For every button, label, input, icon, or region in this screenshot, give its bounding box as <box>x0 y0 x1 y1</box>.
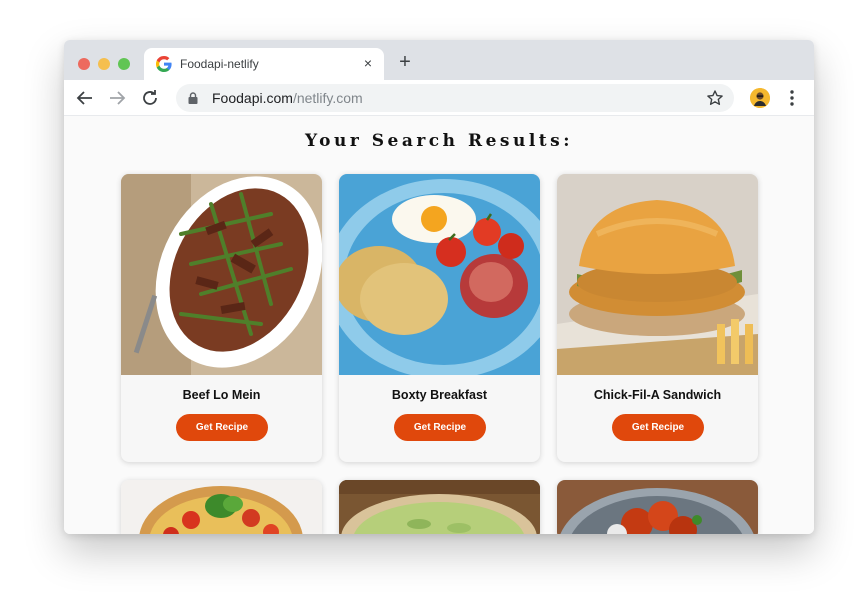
tab-strip: Foodapi-netlify × + <box>64 40 814 80</box>
boxty-breakfast-image <box>339 174 540 375</box>
star-icon[interactable] <box>706 89 724 107</box>
address-bar[interactable]: Foodapi.com/netlify.com <box>176 84 734 112</box>
tab-title: Foodapi-netlify <box>180 57 259 71</box>
back-arrow-icon[interactable] <box>74 87 96 109</box>
google-icon <box>156 56 172 72</box>
recipe-card: Boxty Breakfast Get Recipe <box>339 174 540 462</box>
reload-icon[interactable] <box>139 87 161 109</box>
recipe-name: Beef Lo Mein <box>182 388 261 402</box>
recipe-card: Beef Lo Mein Get Recipe <box>121 174 322 462</box>
orange-chicken-image <box>557 480 758 534</box>
lock-icon <box>188 92 198 104</box>
browser-window: Foodapi-netlify × + Foodapi.com/netlify.… <box>64 40 814 534</box>
chick-fil-a-sandwich-image <box>557 174 758 375</box>
url-domain: Foodapi.com <box>212 90 293 106</box>
minimize-window-button[interactable] <box>98 58 110 70</box>
beef-lo-mein-image <box>121 174 322 375</box>
recipe-card <box>557 480 758 534</box>
page-content: Your Search Results: Beef Lo Mein Get Re… <box>64 117 814 534</box>
maximize-window-button[interactable] <box>118 58 130 70</box>
close-icon[interactable]: × <box>360 55 376 71</box>
close-window-button[interactable] <box>78 58 90 70</box>
recipe-card <box>121 480 322 534</box>
get-recipe-button[interactable]: Get Recipe <box>176 414 268 441</box>
quiche-image <box>339 480 540 534</box>
get-recipe-button[interactable]: Get Recipe <box>612 414 704 441</box>
plus-icon[interactable]: + <box>396 52 414 72</box>
browser-toolbar: Foodapi.com/netlify.com <box>64 80 814 116</box>
forward-arrow-icon[interactable] <box>106 87 128 109</box>
browser-tab[interactable]: Foodapi-netlify × <box>144 48 384 80</box>
kebab-menu-icon[interactable] <box>786 88 798 108</box>
page-title: Your Search Results: <box>305 131 573 151</box>
url-path: /netlify.com <box>292 90 363 106</box>
recipe-card <box>339 480 540 534</box>
url-text: Foodapi.com/netlify.com <box>212 90 363 106</box>
get-recipe-button[interactable]: Get Recipe <box>394 414 486 441</box>
recipe-card: Chick-Fil-A Sandwich Get Recipe <box>557 174 758 462</box>
recipe-name: Boxty Breakfast <box>391 388 488 402</box>
pizza-image <box>121 480 322 534</box>
recipe-name: Chick-Fil-A Sandwich <box>593 388 722 402</box>
avatar-icon[interactable] <box>750 88 770 108</box>
